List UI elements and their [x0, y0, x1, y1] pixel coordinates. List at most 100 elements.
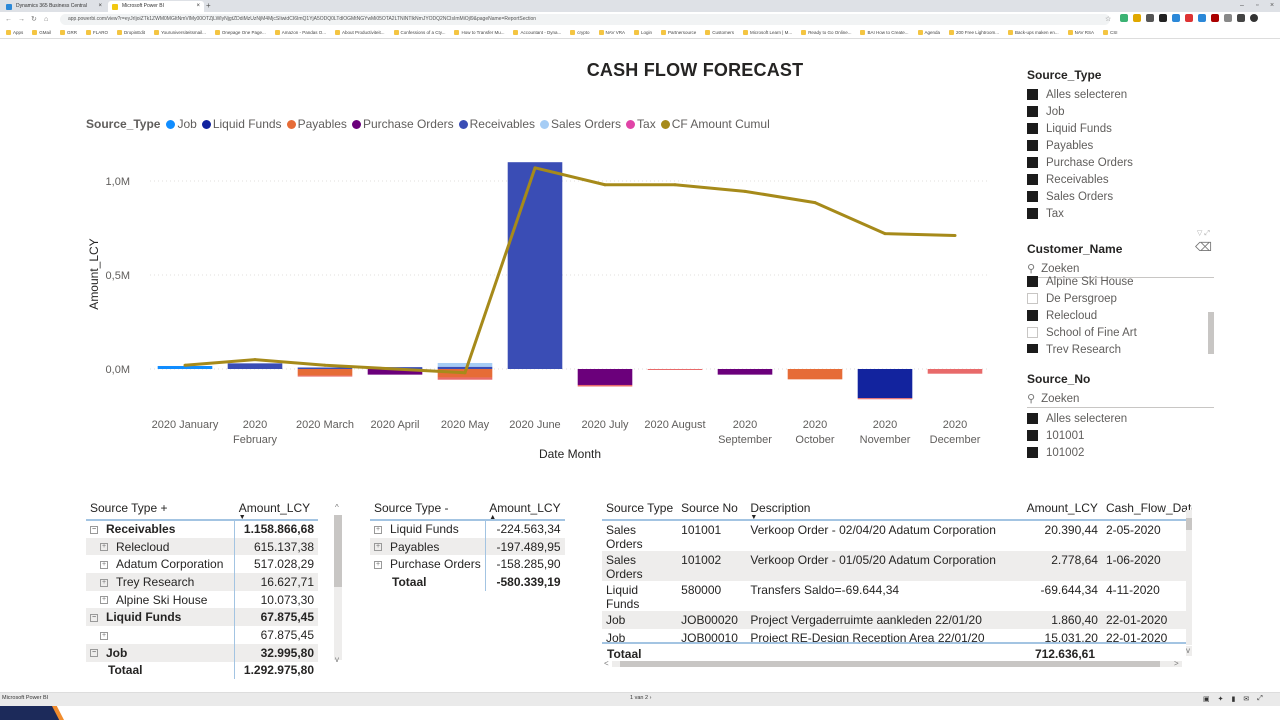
legend-item[interactable]: CF Amount Cumul: [660, 117, 770, 131]
table-row[interactable]: Sales Orders 101001 Verkoop Order - 02/04/…: [602, 520, 1192, 551]
expand-icon[interactable]: +: [100, 631, 108, 640]
checkbox-checked-icon[interactable]: [1027, 123, 1038, 134]
extension-icon[interactable]: [1133, 14, 1141, 22]
close-icon[interactable]: ×: [98, 1, 102, 12]
bookmark-item[interactable]: About Productiviteit...: [335, 30, 385, 35]
matrix-row[interactable]: − Receivables 1.158.866,68: [86, 520, 318, 538]
matrix-row[interactable]: + Trey Research 16.627,71: [86, 573, 318, 591]
reload-icon[interactable]: ↻: [31, 14, 37, 25]
scroll-down-icon[interactable]: v: [1186, 646, 1190, 655]
bar-receivables[interactable]: [227, 363, 283, 369]
checkbox-checked-icon[interactable]: [1027, 413, 1038, 424]
slicer-item[interactable]: Tax: [1027, 205, 1133, 222]
slicer-item[interactable]: Job: [1027, 103, 1133, 120]
extension-icon[interactable]: [1198, 14, 1206, 22]
column-header-source-type[interactable]: Source Type: [602, 496, 678, 521]
bar-receivables[interactable]: [507, 162, 563, 369]
back-icon[interactable]: ←: [5, 14, 12, 25]
slicer-item[interactable]: Relecloud: [1027, 307, 1217, 324]
scrollbar-thumb[interactable]: [334, 515, 342, 587]
line-point[interactable]: [743, 189, 747, 193]
close-icon[interactable]: ×: [196, 1, 200, 12]
column-header-source-type[interactable]: Source Type +: [86, 496, 235, 521]
line-point[interactable]: [603, 183, 607, 187]
slicer-item[interactable]: De Persgroep: [1027, 290, 1217, 307]
detail-table-vscrollbar[interactable]: [1186, 510, 1192, 645]
line-point[interactable]: [813, 201, 817, 205]
twitter-icon[interactable]: ✦: [1218, 695, 1224, 703]
extension-icon[interactable]: [1224, 14, 1232, 22]
bar-tax[interactable]: [577, 384, 633, 387]
legend-item[interactable]: Job: [166, 117, 197, 131]
column-header-amount[interactable]: Amount_LCY: [1022, 496, 1102, 521]
bookmark-item[interactable]: GMail: [32, 30, 51, 35]
bookmark-item[interactable]: Onepage One Page...: [214, 30, 266, 35]
line-point[interactable]: [463, 371, 467, 375]
extension-icon[interactable]: [1159, 14, 1167, 22]
bookmark-item[interactable]: FLARO: [86, 30, 108, 35]
expand-icon[interactable]: +: [100, 561, 108, 570]
bookmark-item[interactable]: Back-ups maken en...: [1008, 30, 1059, 35]
checkbox-checked-icon[interactable]: [1027, 310, 1038, 321]
expand-icon[interactable]: +: [100, 543, 108, 552]
checkbox-checked-icon[interactable]: [1027, 276, 1038, 287]
bookmark-item[interactable]: Ready to Go Online...: [801, 30, 851, 35]
bookmark-item[interactable]: NAV VRA: [598, 30, 625, 35]
fullscreen-icon[interactable]: ⤢: [1257, 695, 1263, 703]
checkbox-checked-icon[interactable]: [1027, 140, 1038, 151]
checkbox-checked-icon[interactable]: [1027, 106, 1038, 117]
maximize-button[interactable]: ▫: [1256, 0, 1258, 12]
slicer-item[interactable]: Sales Orders: [1027, 188, 1133, 205]
matrix-row[interactable]: + Alpine Ski House 10.073,30: [86, 590, 318, 609]
column-header-source-type[interactable]: Source Type -: [370, 496, 486, 521]
slicer-item[interactable]: Receivables: [1027, 171, 1133, 188]
bookmark-item[interactable]: How to Transfer Mu...: [454, 30, 504, 35]
slicer-item[interactable]: Trey Research: [1027, 341, 1217, 353]
bookmark-item[interactable]: DropinEdit: [117, 30, 145, 35]
column-header-amount[interactable]: Amount_LCY ▲: [485, 496, 565, 521]
linkedin-icon[interactable]: ▣: [1203, 695, 1210, 703]
extension-icon[interactable]: [1120, 14, 1128, 22]
checkbox-checked-icon[interactable]: [1027, 344, 1038, 353]
line-point[interactable]: [323, 363, 327, 367]
checkbox-unchecked-icon[interactable]: [1027, 293, 1038, 304]
line-point[interactable]: [953, 234, 957, 238]
collapse-icon[interactable]: −: [90, 614, 98, 623]
checkbox-checked-icon[interactable]: [1027, 430, 1038, 441]
customer-slicer-scrollbar[interactable]: [1208, 312, 1214, 354]
tab-business-central[interactable]: Dynamics 365 Business Central ×: [2, 1, 106, 12]
bookmark-item[interactable]: Amazon - Pandas O...: [274, 30, 326, 35]
slicer-item[interactable]: 101002: [1027, 444, 1217, 461]
line-point[interactable]: [393, 367, 397, 371]
window-close-button[interactable]: ×: [1270, 0, 1274, 12]
bookmark-item[interactable]: Apps: [6, 30, 23, 35]
extension-icon[interactable]: [1185, 14, 1193, 22]
bar-tax[interactable]: [647, 369, 703, 370]
scroll-left-icon[interactable]: <: [604, 659, 609, 668]
expand-icon[interactable]: +: [374, 543, 382, 552]
matrix-row[interactable]: − Liquid Funds 67.875,45: [86, 608, 318, 627]
legend-item[interactable]: Tax: [626, 117, 656, 131]
bookmark-item[interactable]: Agenda: [917, 30, 940, 35]
line-point[interactable]: [183, 363, 187, 367]
next-page-icon[interactable]: ›: [650, 695, 652, 701]
new-tab-button[interactable]: +: [206, 0, 211, 12]
table-row[interactable]: Job JOB00020 Project Vergaderruimte aankle…: [602, 611, 1192, 629]
bookmark-item[interactable]: Accountant - Dyna...: [513, 30, 561, 35]
slicer-item[interactable]: School of Fine Art: [1027, 324, 1217, 341]
minimize-button[interactable]: –: [1240, 0, 1244, 12]
table-row[interactable]: Sales Orders 101002 Verkoop Order - 01/05/…: [602, 551, 1192, 581]
legend-item[interactable]: Liquid Funds: [201, 117, 282, 131]
legend-item[interactable]: Purchase Orders: [351, 117, 454, 131]
slicer-item[interactable]: Alles selecteren: [1027, 410, 1217, 427]
column-header-description[interactable]: Description ▼: [746, 496, 1023, 521]
column-header-amount[interactable]: Amount_LCY ▼: [234, 496, 318, 521]
slicer-item[interactable]: Liquid Funds: [1027, 120, 1133, 137]
extension-icon[interactable]: [1237, 14, 1245, 22]
bar-tax[interactable]: [927, 369, 983, 374]
email-icon[interactable]: ✉: [1243, 695, 1249, 703]
line-point[interactable]: [883, 232, 887, 236]
page-navigator[interactable]: 1 van 2 ›: [630, 695, 651, 701]
matrix-row[interactable]: + Relecloud 615.137,38: [86, 537, 318, 556]
legend-item[interactable]: Receivables: [458, 117, 535, 131]
